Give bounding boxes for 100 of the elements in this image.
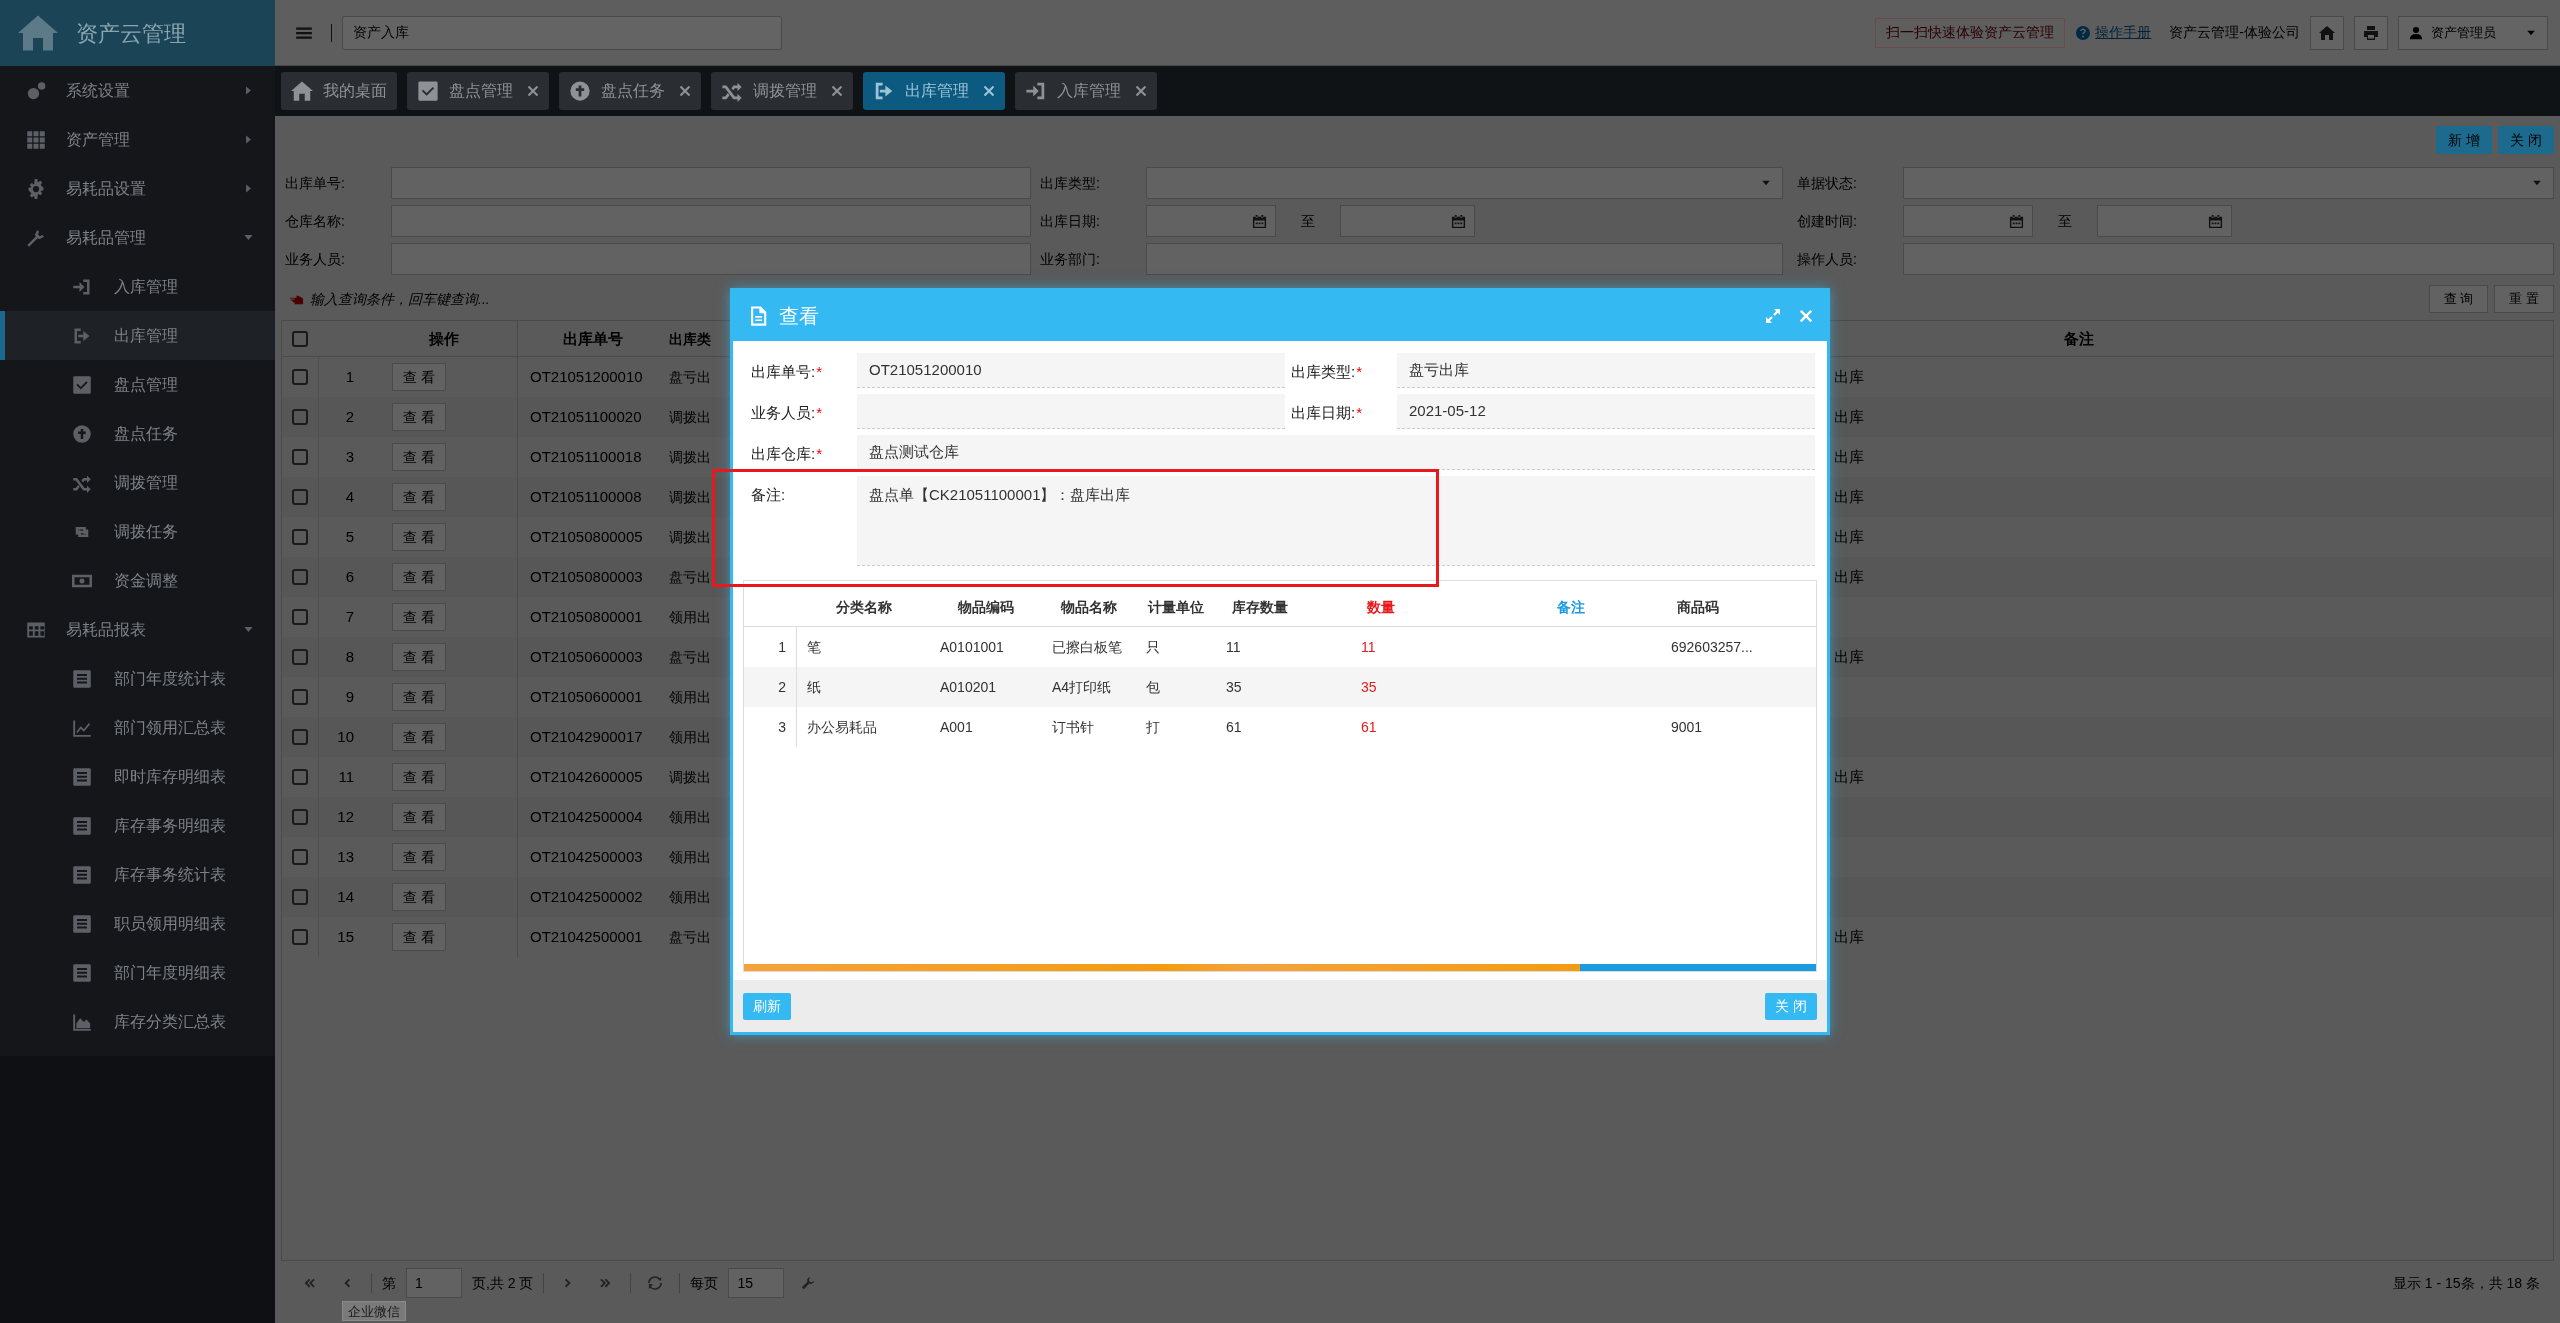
sidebar-item[interactable]: 调拨任务 (0, 507, 275, 556)
close-icon[interactable] (527, 85, 539, 97)
sidebar-item[interactable]: 部门年度明细表 (0, 948, 275, 997)
input-field[interactable]: 盘亏出库 (1397, 353, 1815, 388)
list-icon (72, 815, 92, 836)
tab[interactable]: 我的桌面 (281, 72, 397, 110)
view-button[interactable]: 查 看 (392, 763, 446, 791)
remark-field[interactable]: 盘点单【CK21051100001】：盘库出库 (857, 476, 1815, 566)
checkbox[interactable] (292, 929, 308, 945)
checkbox[interactable] (292, 769, 308, 785)
view-button[interactable]: 查 看 (392, 723, 446, 751)
sidebar-item[interactable]: 盘点任务 (0, 409, 275, 458)
date-field[interactable] (2097, 205, 2232, 237)
checkbox[interactable] (292, 489, 308, 505)
view-button[interactable]: 查 看 (392, 883, 446, 911)
page-field[interactable]: 1 (406, 1268, 462, 1298)
sidebar-item[interactable]: 库存事务明细表 (0, 801, 275, 850)
input-field[interactable] (391, 167, 1031, 199)
checkbox[interactable] (292, 369, 308, 385)
tab[interactable]: 入库管理 (1015, 72, 1157, 110)
tab[interactable]: 盘点管理 (407, 72, 549, 110)
manual-link[interactable]: 操作手册 (2095, 22, 2152, 43)
sidebar-group[interactable]: 易耗品管理 (0, 213, 275, 262)
table-cell: 61 (1361, 718, 1377, 735)
view-button[interactable]: 查 看 (392, 563, 446, 591)
sidebar-item[interactable]: 盘点管理 (0, 360, 275, 409)
view-button[interactable]: 查 看 (392, 923, 446, 951)
input-field[interactable] (391, 205, 1031, 237)
sidebar-item[interactable]: 部门领用汇总表 (0, 703, 275, 752)
checkbox[interactable] (292, 729, 308, 745)
search-button[interactable]: 重 置 (2494, 285, 2554, 313)
toolbar-button[interactable]: 新 增 (2436, 126, 2493, 154)
sidebar-item[interactable]: 出库管理 (0, 311, 275, 360)
view-button[interactable]: 查 看 (392, 403, 446, 431)
view-button[interactable]: 查 看 (392, 803, 446, 831)
checkbox[interactable] (292, 889, 308, 905)
sidebar-group[interactable]: 易耗品设置 (0, 164, 275, 213)
view-button[interactable]: 查 看 (392, 363, 446, 391)
view-button[interactable]: 查 看 (392, 643, 446, 671)
checkbox[interactable] (292, 331, 308, 347)
view-button[interactable]: 查 看 (392, 523, 446, 551)
input-field[interactable] (1146, 243, 1783, 275)
maximize-button[interactable] (1765, 308, 1781, 324)
select-field[interactable] (1146, 167, 1783, 199)
sidebar-group[interactable]: 资产管理 (0, 115, 275, 164)
sidebar-group[interactable]: 系统设置 (0, 66, 275, 115)
view-button[interactable]: 查 看 (392, 843, 446, 871)
home-button[interactable] (2310, 15, 2344, 50)
sidebar-item[interactable]: 即时库存明细表 (0, 752, 275, 801)
checkbox[interactable] (292, 849, 308, 865)
search-button[interactable]: 查 询 (2428, 285, 2489, 313)
close-icon (1799, 309, 1813, 323)
date-field[interactable] (1340, 205, 1475, 237)
page-total: 页,共 2 页 (472, 1273, 534, 1293)
checkbox[interactable] (292, 809, 308, 825)
date-field[interactable] (1146, 205, 1276, 237)
checkbox[interactable] (292, 609, 308, 625)
toolbar-button[interactable]: 关 闭 (2498, 126, 2554, 154)
promo-banner[interactable]: 扫一扫快速体验资产云管理 (1875, 17, 2066, 48)
sidebar-item[interactable]: 调拨管理 (0, 458, 275, 507)
sidebar-item[interactable]: 库存事务统计表 (0, 850, 275, 899)
checkbox[interactable] (292, 689, 308, 705)
close-icon[interactable] (679, 85, 691, 97)
checkbox[interactable] (292, 409, 308, 425)
view-button[interactable]: 查 看 (392, 683, 446, 711)
close-icon[interactable] (983, 85, 995, 97)
select-field[interactable] (1903, 167, 2554, 199)
print-button[interactable] (2354, 15, 2388, 50)
date-field[interactable] (1903, 205, 2033, 237)
sidebar-item[interactable]: 入库管理 (0, 262, 275, 311)
close-icon[interactable] (831, 85, 843, 97)
checkbox[interactable] (292, 449, 308, 465)
view-button[interactable]: 查 看 (392, 443, 446, 471)
close-icon[interactable] (1135, 85, 1147, 97)
input-field[interactable]: OT21051200010 (857, 353, 1285, 388)
input-field[interactable] (391, 243, 1031, 275)
view-button[interactable]: 查 看 (392, 483, 446, 511)
view-button[interactable]: 查 看 (392, 603, 446, 631)
tab[interactable]: 出库管理 (863, 72, 1005, 110)
checkbox[interactable] (292, 529, 308, 545)
input-field[interactable]: 盘点测试仓库 (857, 435, 1815, 470)
sidebar-item[interactable]: 库存分类汇总表 (0, 997, 275, 1046)
tab[interactable]: 调拨管理 (711, 72, 853, 110)
page-size-field[interactable]: 15 (728, 1268, 785, 1298)
sidebar-group[interactable]: 易耗品报表 (0, 605, 275, 654)
sidebar-item[interactable]: 资金调整 (0, 556, 275, 605)
user-menu[interactable]: 资产管理员 (2398, 15, 2548, 50)
close-button[interactable] (1799, 309, 1813, 323)
field-label: 出库日期: (1039, 211, 1101, 231)
input-field[interactable] (1903, 243, 2554, 275)
table-cell: 出库 (1834, 527, 1864, 545)
refresh-icon (648, 1276, 663, 1290)
tab[interactable]: 盘点任务 (559, 72, 701, 110)
sidebar-item[interactable]: 职员领用明细表 (0, 899, 275, 948)
checkbox[interactable] (292, 649, 308, 665)
checkbox[interactable] (292, 569, 308, 585)
input-field[interactable]: 2021-05-12 (1397, 394, 1815, 429)
wrench-icon (801, 1276, 816, 1290)
sidebar-item[interactable]: 部门年度统计表 (0, 654, 275, 703)
search-field[interactable]: 资产入库 (342, 15, 782, 50)
